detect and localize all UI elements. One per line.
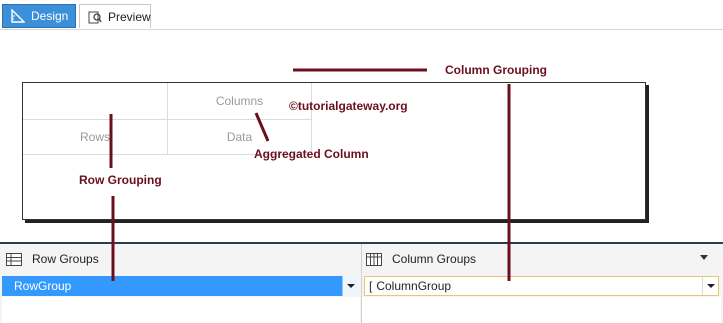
tablix[interactable]: Columns Rows Data: [23, 83, 312, 155]
column-group-item[interactable]: [ ColumnGroup: [364, 276, 719, 296]
column-group-label: ColumnGroup: [376, 279, 452, 293]
tab-preview[interactable]: Preview: [79, 4, 151, 28]
column-group-bracket: [: [369, 279, 373, 293]
row-groups-title: Row Groups: [32, 252, 99, 266]
design-icon: [11, 8, 26, 23]
column-groups-empty-area: [362, 297, 721, 323]
chevron-down-icon: [347, 284, 355, 288]
tab-preview-label: Preview: [108, 9, 151, 24]
rows-label: Rows: [79, 130, 110, 144]
columns-label: Columns: [215, 94, 264, 108]
column-group-dropdown[interactable]: [702, 277, 718, 295]
tablix-rows-cell[interactable]: Rows: [23, 120, 168, 155]
row-groups-header: Row Groups: [6, 244, 356, 274]
row-group-dropdown[interactable]: [342, 276, 358, 296]
row-grouping-annotation: Row Grouping: [79, 173, 162, 187]
aggregated-column-annotation: Aggregated Column: [254, 147, 369, 161]
tablix-corner-cell[interactable]: [23, 83, 168, 120]
column-groups-icon: [366, 252, 382, 266]
row-group-item[interactable]: RowGroup: [2, 276, 358, 296]
row-group-label: RowGroup: [14, 279, 72, 293]
design-surface: Columns Rows Data: [0, 30, 723, 242]
tab-strip: Design Preview: [0, 0, 723, 30]
tab-design-label: Design: [31, 9, 69, 23]
tab-design[interactable]: Design: [2, 4, 76, 28]
column-grouping-annotation: Column Grouping: [445, 63, 547, 77]
data-label: Data: [226, 130, 253, 144]
preview-icon: [88, 10, 102, 24]
column-groups-title: Column Groups: [392, 252, 477, 266]
row-groups-icon: [6, 252, 22, 266]
chevron-down-icon: [707, 284, 715, 288]
watermark-text: ©tutorialgateway.org: [289, 99, 408, 113]
column-groups-menu-arrow-icon[interactable]: [700, 255, 708, 260]
grouping-pane: Row Groups Column Groups RowGroup [ Colu…: [0, 242, 723, 323]
column-groups-header: Column Groups: [366, 244, 716, 274]
row-groups-empty-area: [2, 297, 360, 323]
